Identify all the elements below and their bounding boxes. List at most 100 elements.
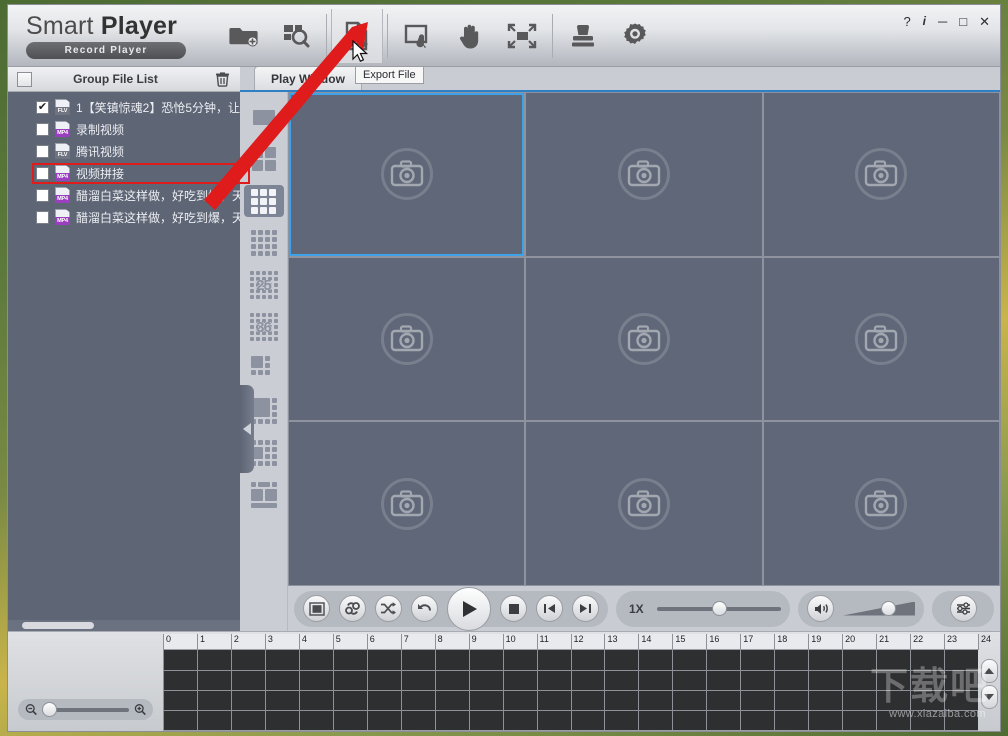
speed-control: 1X <box>616 590 790 627</box>
mute-button[interactable] <box>807 595 834 622</box>
camera-placeholder <box>617 148 670 201</box>
timeline-tick: 15 <box>672 634 685 650</box>
tab-strip: Play Window <box>240 67 1000 92</box>
layout-16[interactable] <box>244 227 284 259</box>
file-list-item[interactable]: MP4 醋溜白菜这样做，好吃到爆，天 <box>8 184 240 206</box>
play-button[interactable] <box>447 586 491 631</box>
camera-placeholder <box>855 312 908 365</box>
repeat-icon <box>345 602 360 615</box>
main-window: Smart Player Record Player ? i ─ □ ✕ Gro… <box>7 4 1001 732</box>
timeline-zoom-control <box>18 699 153 720</box>
shuffle-button[interactable] <box>375 595 402 622</box>
file-type-icon: MP4 <box>55 165 70 181</box>
file-list[interactable]: ✔ FLV 1【笑镇惊魂2】恐怆5分钟，让 MP4 录制视频 FLV 腾讯视频 MP4 视频拼接… <box>8 92 240 631</box>
info-button[interactable]: i <box>923 15 926 28</box>
file-checkbox[interactable]: ✔ <box>36 100 49 114</box>
camera-placeholder <box>617 477 670 530</box>
video-cell[interactable] <box>763 93 999 256</box>
snapshot-button[interactable] <box>392 9 444 63</box>
layout-4[interactable] <box>244 143 284 175</box>
brand-subtitle: Record Player <box>26 41 186 59</box>
timeline-scroll-up-button[interactable] <box>980 658 998 683</box>
stop-button[interactable] <box>500 595 527 622</box>
layout-25[interactable]: 25 <box>244 269 284 301</box>
settings-button[interactable] <box>609 9 661 63</box>
speed-slider[interactable] <box>656 598 781 620</box>
prev-frame-button[interactable] <box>536 595 563 622</box>
timeline-track-divider <box>163 690 978 691</box>
layout-1[interactable] <box>244 101 284 133</box>
maximize-button[interactable]: □ <box>959 15 967 28</box>
fullscreen-icon <box>507 23 537 48</box>
fullscreen-button[interactable] <box>496 9 548 63</box>
next-frame-button[interactable] <box>572 595 599 622</box>
video-cell[interactable] <box>289 257 525 421</box>
add-folder-button[interactable] <box>218 9 270 63</box>
file-list-item[interactable]: MP4 视频拼接 <box>8 162 240 184</box>
file-list-item[interactable]: MP4 醋溜白菜这样做，好吃到爆，天 <box>8 206 240 228</box>
select-all-checkbox[interactable] <box>17 71 32 87</box>
video-cell[interactable] <box>526 422 762 585</box>
file-checkbox[interactable] <box>36 144 49 158</box>
video-cell[interactable] <box>289 93 525 256</box>
timeline-zoom-slider[interactable] <box>42 699 129 721</box>
file-list-item[interactable]: FLV 腾讯视频 <box>8 140 240 162</box>
chevron-left-icon <box>243 423 251 435</box>
file-checkbox[interactable] <box>36 166 49 180</box>
equalizer-button[interactable] <box>949 595 977 622</box>
layout-36[interactable]: 36 <box>244 311 284 343</box>
play-area: 25 36 1X <box>240 92 1000 631</box>
layout-custom-6[interactable] <box>244 353 284 385</box>
timeline-tick: 23 <box>944 634 957 650</box>
volume-slider-knob[interactable] <box>880 601 896 616</box>
timeline-scroll-down-button[interactable] <box>980 684 998 709</box>
brand-name-bold: Player <box>100 11 178 40</box>
magnifier-plus-icon[interactable] <box>134 702 147 717</box>
timeline-ruler[interactable]: 0 1 2 3 4 5 6 7 8 9 10 11 12 13 14 15 16 17 18 19 20 21 22 23 24 <box>163 634 991 650</box>
layout-custom-free[interactable] <box>244 479 284 511</box>
file-name-label: 醋溜白菜这样做，好吃到爆，天 <box>76 188 240 203</box>
export-file-button[interactable] <box>331 8 383 63</box>
camera-placeholder <box>855 148 908 201</box>
timeline-zoom-knob[interactable] <box>42 702 58 717</box>
timeline-tick: 17 <box>740 634 753 650</box>
video-cell[interactable] <box>763 257 999 421</box>
repeat-button[interactable] <box>339 595 366 622</box>
video-cell[interactable] <box>289 422 525 585</box>
file-checkbox[interactable] <box>36 122 49 136</box>
file-list-item[interactable]: MP4 录制视频 <box>8 118 240 140</box>
timeline-tick: 18 <box>774 634 787 650</box>
file-list-horizontal-scrollbar[interactable] <box>8 620 240 631</box>
timeline-tick: 4 <box>298 634 307 650</box>
undo-button[interactable] <box>411 595 438 622</box>
video-cell[interactable] <box>526 93 762 256</box>
video-cell[interactable] <box>763 422 999 585</box>
layout-selector-bar[interactable]: 25 36 <box>240 92 288 631</box>
search-button[interactable] <box>270 9 322 63</box>
watermark-button[interactable] <box>557 9 609 63</box>
timeline-tracks[interactable] <box>163 650 978 731</box>
minimize-button[interactable]: ─ <box>938 15 947 28</box>
delete-button[interactable] <box>211 71 233 87</box>
volume-slider[interactable] <box>843 598 915 620</box>
pan-button[interactable] <box>444 9 496 63</box>
help-button[interactable]: ? <box>903 15 910 28</box>
timeline-tick: 22 <box>910 634 923 650</box>
file-checkbox[interactable] <box>36 210 49 224</box>
file-checkbox[interactable] <box>36 188 49 202</box>
timeline-tick: 9 <box>468 634 477 650</box>
file-type-icon: MP4 <box>55 209 70 225</box>
video-cell[interactable] <box>526 257 762 421</box>
collapse-left-panel-handle[interactable] <box>240 385 254 473</box>
video-grid[interactable] <box>288 92 1000 586</box>
layout-9[interactable] <box>243 185 284 217</box>
timeline-tick: 21 <box>876 634 889 650</box>
stop-frame-button[interactable] <box>303 595 330 622</box>
tab-play-window[interactable]: Play Window <box>254 67 362 90</box>
magnifier-minus-icon[interactable] <box>25 702 38 717</box>
scrollbar-thumb[interactable] <box>22 622 94 629</box>
speed-slider-knob[interactable] <box>711 601 727 616</box>
file-list-item[interactable]: ✔ FLV 1【笑镇惊魂2】恐怆5分钟，让 <box>8 96 240 118</box>
close-button[interactable]: ✕ <box>979 15 990 28</box>
file-list-title: Group File List <box>73 72 158 86</box>
